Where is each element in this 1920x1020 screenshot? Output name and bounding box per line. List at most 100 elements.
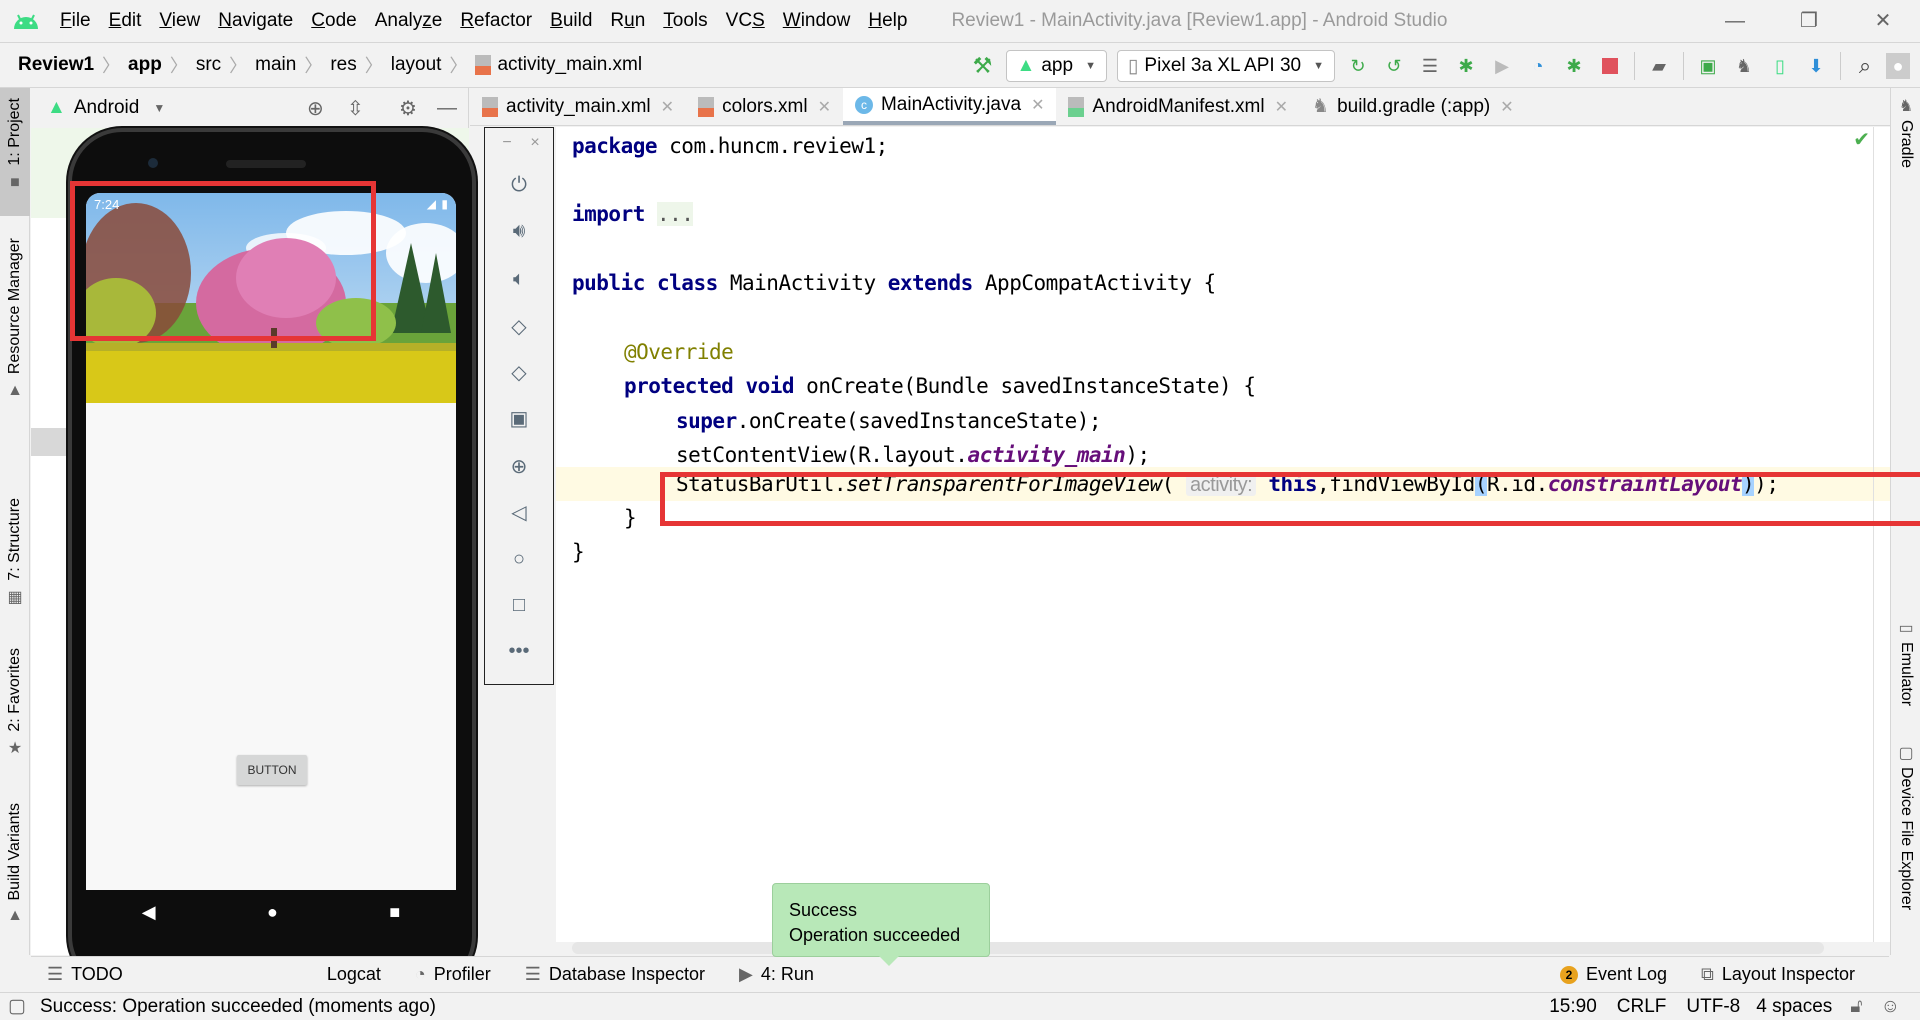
caret-position[interactable]: 15:90	[1549, 996, 1597, 1018]
tool-tab-layout-inspector[interactable]: ⧉ Layout Inspector	[1701, 964, 1855, 985]
gradle-sync-icon[interactable]: ♞	[1729, 51, 1759, 81]
overview-icon[interactable]: ■	[389, 902, 400, 923]
restore-button[interactable]: ❐	[1772, 0, 1846, 42]
tool-tab-favorites[interactable]: 2: Favorites ★	[0, 648, 30, 758]
editor-tab[interactable]: colors.xml ✕	[686, 88, 843, 125]
breadcrumb-item[interactable]: src	[196, 54, 221, 76]
menu-help[interactable]: Help	[868, 10, 907, 32]
tool-tab-emulator[interactable]: ▭ Emulator	[1891, 618, 1920, 706]
locate-icon[interactable]: ⊕	[307, 96, 324, 121]
close-tab-icon[interactable]: ✕	[1031, 95, 1044, 115]
menu-vcs[interactable]: VCS	[726, 10, 765, 32]
close-tab-icon[interactable]: ✕	[1275, 97, 1288, 117]
tool-tab-build-variants[interactable]: Build Variants ▲	[0, 803, 30, 925]
rotate-right-icon[interactable]: ◇	[485, 360, 553, 385]
status-message[interactable]: Success: Operation succeeded (moments ag…	[40, 996, 436, 1018]
tool-tab-logcat[interactable]: Logcat	[327, 964, 381, 985]
lock-icon[interactable]: 🔓︎	[1850, 996, 1862, 1018]
editor-tab[interactable]: AndroidManifest.xml ✕	[1056, 88, 1300, 125]
profile-icon[interactable]: ◔	[1523, 51, 1553, 81]
volume-up-icon[interactable]: 🔊︎	[485, 220, 553, 243]
power-icon[interactable]: ⏻	[485, 174, 553, 197]
code-editor[interactable]: ✔ package com.huncm.review1; import ... …	[556, 127, 1890, 942]
overview-icon[interactable]: □	[485, 594, 553, 617]
camera-icon[interactable]: ▣	[485, 406, 553, 431]
zoom-icon[interactable]: ⊕	[485, 454, 553, 479]
file-encoding[interactable]: UTF-8	[1686, 996, 1740, 1018]
user-icon[interactable]: ●	[1886, 53, 1910, 79]
editor-horizontal-scrollbar[interactable]	[572, 942, 1824, 954]
tool-tab-run[interactable]: ▶ 4: Run	[739, 964, 814, 985]
hammer-icon[interactable]: ⚒	[968, 51, 998, 81]
back-icon[interactable]: ◀	[142, 902, 156, 923]
tool-tab-database-inspector[interactable]: ☰ Database Inspector	[525, 964, 705, 985]
home-icon[interactable]: ○	[485, 548, 553, 571]
attach-debugger-icon[interactable]: ▶	[1487, 51, 1517, 81]
tool-tab-resource-manager[interactable]: Resource Manager ▲	[0, 238, 30, 400]
search-icon[interactable]: ⌕	[1850, 51, 1880, 81]
more-icon[interactable]: •••	[485, 640, 553, 663]
attach-profiler-icon[interactable]: ✱	[1559, 51, 1589, 81]
breadcrumb-item[interactable]: layout	[391, 54, 442, 76]
menu-edit[interactable]: Edit	[109, 10, 142, 32]
menu-analyze[interactable]: Analyze	[375, 10, 443, 32]
tool-tab-gradle[interactable]: ♞ Gradle	[1891, 96, 1920, 168]
breadcrumb-item[interactable]: res	[330, 54, 356, 76]
tool-tab-structure[interactable]: 7: Structure ▦	[0, 498, 30, 607]
tool-window-toggle-icon[interactable]: ▢	[8, 995, 26, 1018]
minimize-button[interactable]: —	[1698, 0, 1772, 42]
editor-tab[interactable]: c MainActivity.java ✕	[842, 88, 1057, 125]
close-tab-icon[interactable]: ✕	[818, 97, 831, 117]
avd-manager-icon[interactable]: ▯	[1765, 51, 1795, 81]
menu-file[interactable]: File	[60, 10, 91, 32]
tool-tab-profiler[interactable]: ◔ Profiler	[415, 964, 491, 985]
menu-run[interactable]: Run	[610, 10, 645, 32]
editor-tab[interactable]: ♞ build.gradle (:app) ✕	[1300, 88, 1526, 125]
project-structure-icon[interactable]: ▰	[1644, 51, 1674, 81]
menu-view[interactable]: View	[159, 10, 200, 32]
stop-icon[interactable]	[1595, 51, 1625, 81]
indent-setting[interactable]: 4 spaces	[1756, 996, 1832, 1018]
volume-down-icon[interactable]: 🔈︎	[485, 268, 553, 291]
folded-imports[interactable]: ...	[657, 202, 694, 226]
line-separator[interactable]: CRLF	[1617, 996, 1667, 1018]
back-icon[interactable]: ◁	[485, 500, 553, 525]
close-button[interactable]: ✕	[1846, 0, 1920, 42]
breadcrumb-item[interactable]: main	[255, 54, 296, 76]
menu-navigate[interactable]: Navigate	[218, 10, 293, 32]
notification-balloon[interactable]: Success Operation succeeded	[772, 883, 990, 966]
hide-panel-icon[interactable]: —	[437, 97, 457, 120]
tool-tab-device-file-explorer[interactable]: ▢ Device File Explorer	[1891, 743, 1920, 910]
run-config-select[interactable]: ▲ app ▼	[1005, 50, 1107, 82]
editor-tab[interactable]: activity_main.xml ✕	[470, 88, 686, 125]
menu-code[interactable]: Code	[311, 10, 356, 32]
breadcrumb-item[interactable]: Review1	[18, 54, 94, 76]
inspector-icon[interactable]: ☺	[1881, 996, 1900, 1018]
menu-build[interactable]: Build	[550, 10, 592, 32]
close-tab-icon[interactable]: ✕	[661, 97, 674, 117]
project-view-select[interactable]: Android	[74, 97, 140, 119]
sdk-manager-icon[interactable]: ⬇	[1801, 51, 1831, 81]
run-list-icon[interactable]: ☰	[1415, 51, 1445, 81]
tool-tab-project[interactable]: 1: Project ■	[0, 88, 30, 216]
close-tab-icon[interactable]: ✕	[1500, 97, 1513, 117]
breadcrumb-item[interactable]: activity_main.xml	[497, 54, 642, 76]
collapse-all-icon[interactable]: ⇳	[347, 96, 364, 121]
app-button[interactable]: BUTTON	[237, 755, 307, 785]
apply-code-changes-icon[interactable]: ↺	[1379, 51, 1409, 81]
terminal-icon[interactable]: ▣	[1693, 51, 1723, 81]
breadcrumb-item[interactable]: app	[128, 54, 162, 76]
debug-icon[interactable]: ✱	[1451, 51, 1481, 81]
menu-window[interactable]: Window	[783, 10, 851, 32]
menu-tools[interactable]: Tools	[663, 10, 707, 32]
device-select[interactable]: ▯ Pixel 3a XL API 30 ▼	[1116, 50, 1335, 82]
apply-changes-icon[interactable]: ↻	[1343, 51, 1373, 81]
home-icon[interactable]: ●	[267, 902, 278, 923]
menu-refactor[interactable]: Refactor	[460, 10, 532, 32]
chevron-down-icon[interactable]: ▼	[153, 101, 165, 115]
gear-icon[interactable]: ⚙	[399, 96, 417, 121]
close-emulator-button[interactable]: ×	[501, 134, 569, 152]
rotate-left-icon[interactable]: ◇	[485, 314, 553, 339]
tool-tab-event-log[interactable]: 2 Event Log	[1559, 964, 1667, 985]
tool-tab-todo[interactable]: ☰ TODO	[47, 964, 123, 985]
